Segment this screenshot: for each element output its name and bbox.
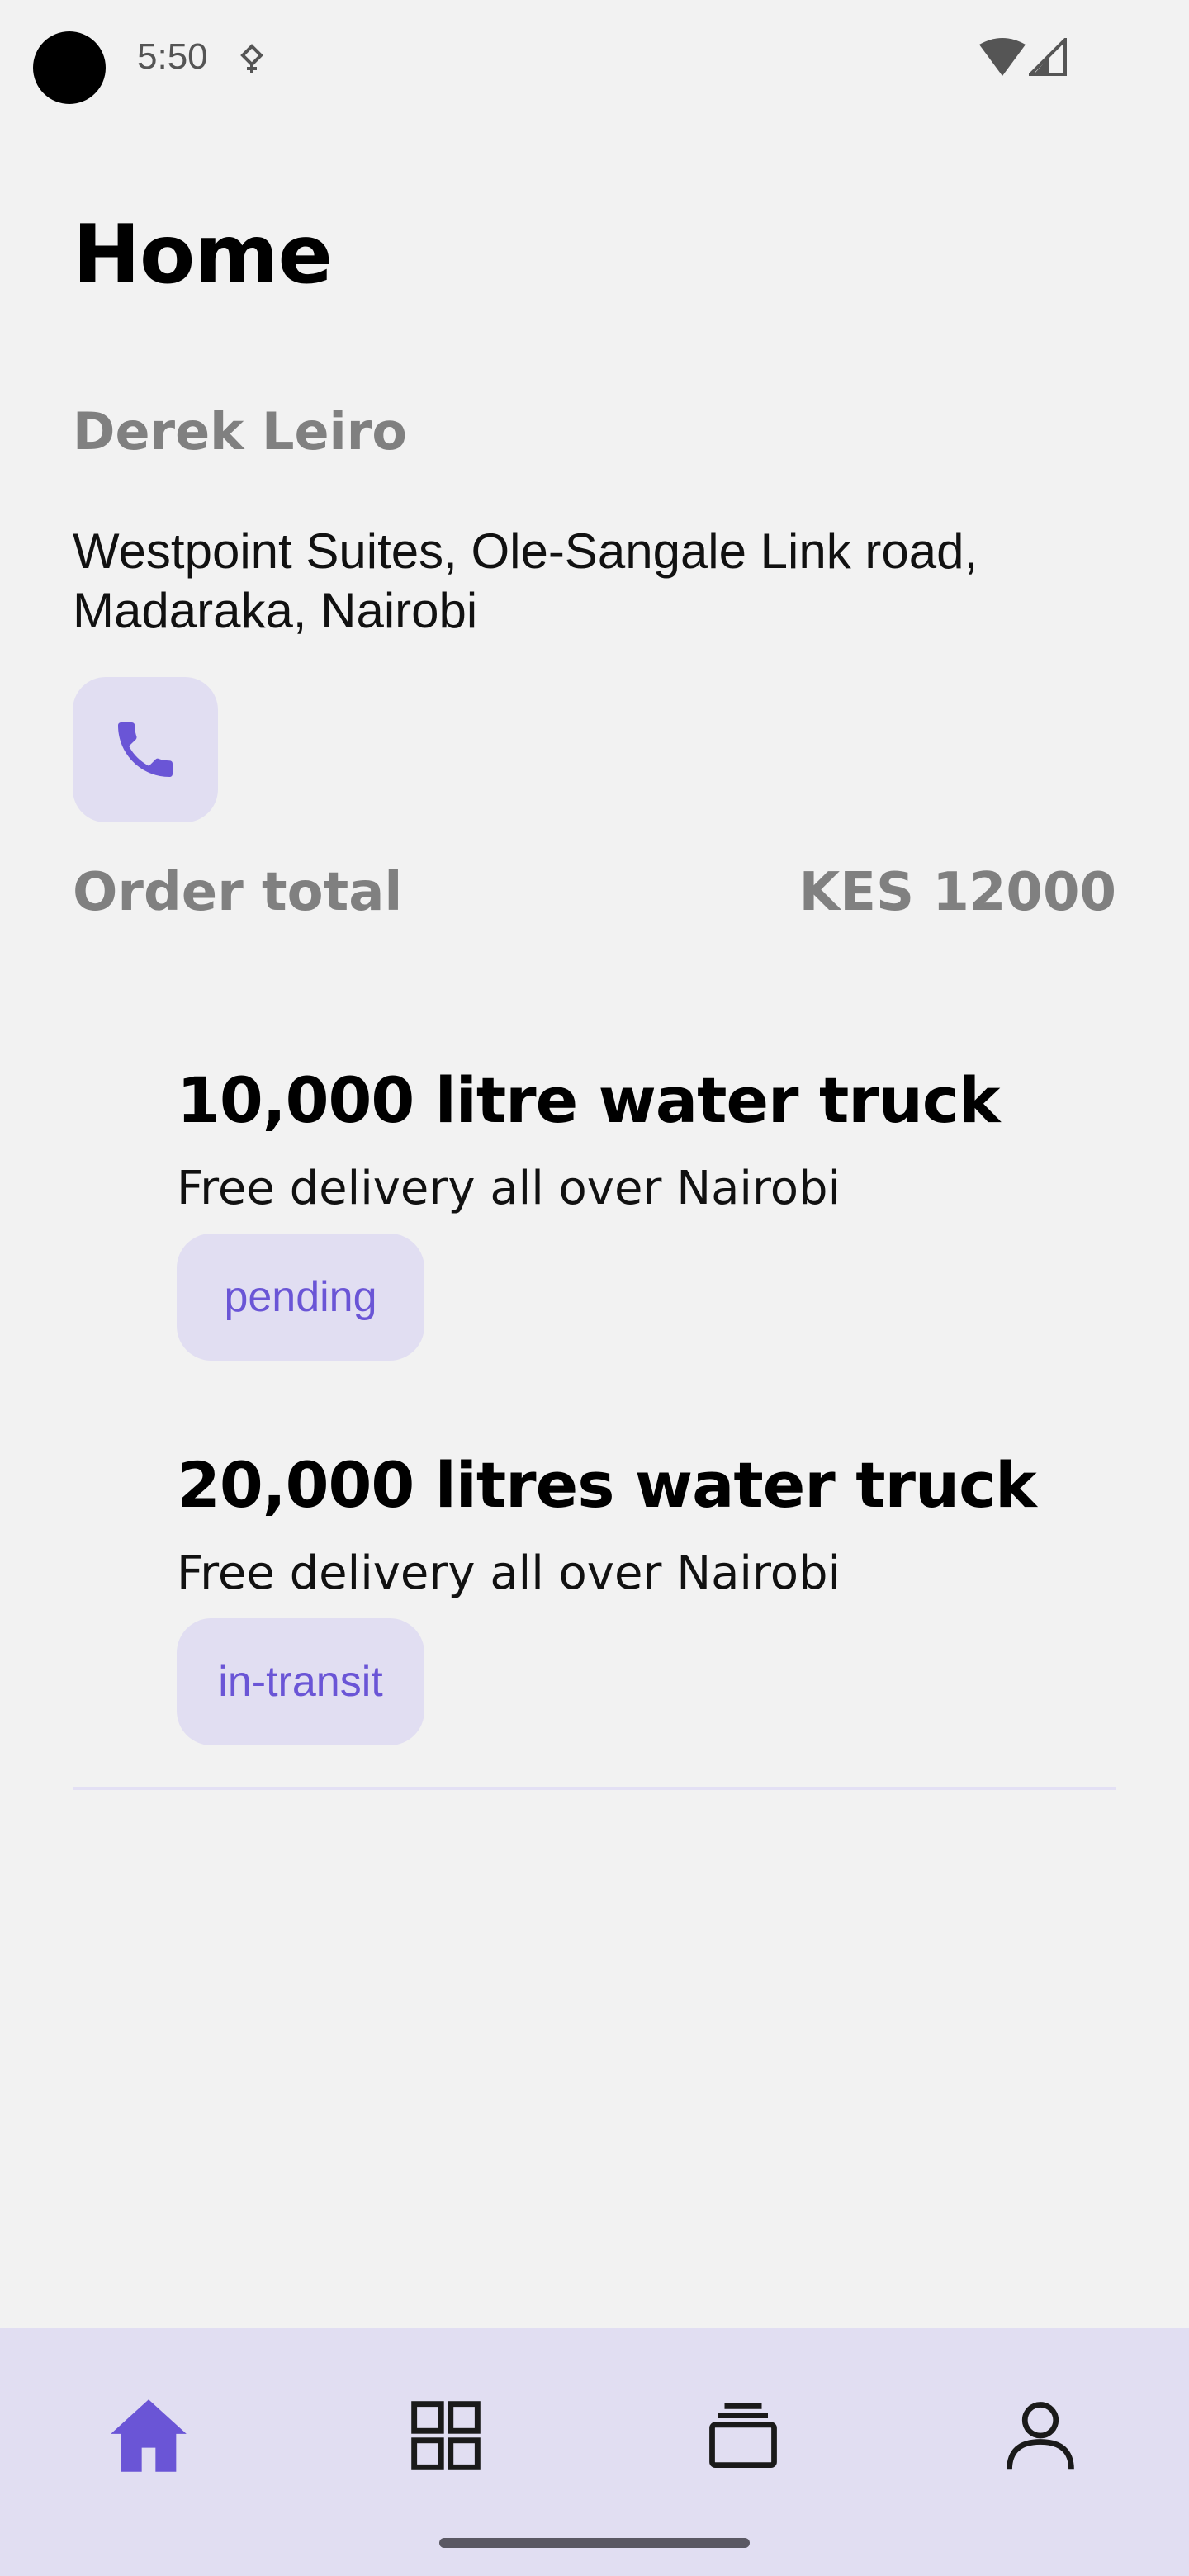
home-icon: [111, 2399, 187, 2472]
item-title: 10,000 litre water truck: [177, 1063, 1000, 1137]
phone-icon: [118, 722, 173, 777]
bottom-navigation: [0, 2328, 1189, 2576]
status-time: 5:50: [137, 36, 208, 77]
vpn-key-icon: [240, 44, 263, 73]
wifi-icon: [979, 38, 1026, 76]
nav-item-catalog[interactable]: [388, 2378, 504, 2493]
camera-cutout: [33, 31, 106, 104]
orders-icon: [709, 2403, 777, 2468]
page-title: Home: [73, 208, 333, 302]
status-bar: 5:50: [0, 0, 1189, 116]
status-chip[interactable]: pending: [177, 1234, 424, 1361]
order-item: 10,000 litre water truck Free delivery a…: [177, 1063, 1118, 1361]
grid-icon: [411, 2401, 481, 2470]
nav-item-profile[interactable]: [983, 2378, 1098, 2493]
customer-address: Westpoint Suites, Ole-Sangale Link road,…: [73, 523, 978, 638]
nav-item-home[interactable]: [91, 2378, 206, 2493]
profile-icon: [1007, 2402, 1074, 2470]
item-title: 20,000 litres water truck: [177, 1448, 1037, 1522]
cellular-signal-icon: [1029, 38, 1067, 76]
nav-item-orders[interactable]: [685, 2378, 801, 2493]
order-total-label: Order total: [73, 862, 403, 923]
status-chip[interactable]: in-transit: [177, 1618, 424, 1745]
call-button[interactable]: [73, 677, 218, 822]
item-description: Free delivery all over Nairobi: [177, 1546, 841, 1600]
customer-name: Derek Leiro: [73, 401, 407, 462]
order-total-value: KES 12000: [798, 862, 1116, 923]
divider: [73, 1787, 1116, 1790]
home-indicator[interactable]: [439, 2538, 750, 2548]
app-header: Home: [0, 116, 1189, 360]
item-description: Free delivery all over Nairobi: [177, 1162, 841, 1215]
order-item: 20,000 litres water truck Free delivery …: [177, 1448, 1118, 1745]
